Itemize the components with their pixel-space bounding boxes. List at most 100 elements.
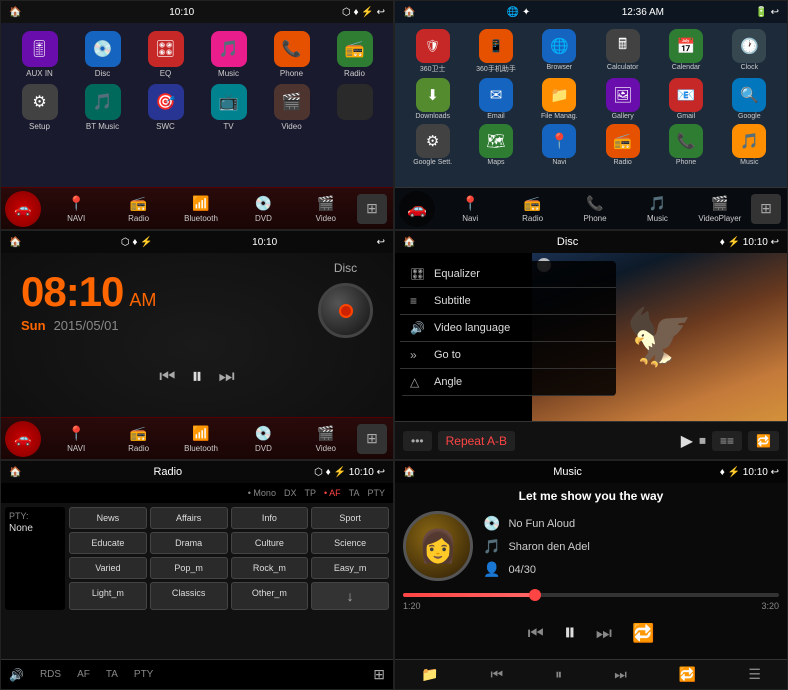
- app-setup[interactable]: ⚙Setup: [11, 84, 68, 131]
- app-swc[interactable]: 🎯SWC: [137, 84, 194, 131]
- pty-rockm[interactable]: Rock_m: [231, 557, 309, 579]
- menu-goto[interactable]: »Go to: [400, 342, 616, 369]
- car-button-p1[interactable]: 🚗: [5, 191, 41, 227]
- nav-dvd-p3[interactable]: 💿DVD: [232, 425, 294, 453]
- grid-button-p3[interactable]: ⊞: [357, 424, 387, 454]
- pty-educate[interactable]: Educate: [69, 532, 147, 554]
- list-bottom-button[interactable]: ☰: [748, 666, 761, 683]
- app-eq[interactable]: 🎛EQ: [137, 31, 194, 78]
- tp-indicator[interactable]: TP: [304, 488, 316, 498]
- pty-indicator[interactable]: PTY: [367, 488, 385, 498]
- app-btmusic[interactable]: 🎵BT Music: [74, 84, 131, 131]
- ta-label[interactable]: TA: [106, 669, 118, 680]
- pty-news[interactable]: News: [69, 507, 147, 529]
- app-downloads[interactable]: ⬇Downloads: [403, 78, 462, 120]
- pty-lightm[interactable]: Light_m: [69, 582, 147, 610]
- nav-bluetooth-p1[interactable]: 📶Bluetooth: [170, 195, 232, 223]
- folder-button[interactable]: 📁: [421, 666, 438, 683]
- menu-subtitle[interactable]: ≡Subtitle: [400, 288, 616, 315]
- play-button-p6[interactable]: ⏸: [564, 619, 576, 647]
- app-radio-p2[interactable]: 📻Radio: [593, 124, 652, 166]
- stop-button-p4[interactable]: ⏹: [699, 432, 706, 449]
- app-maps[interactable]: 🗺Maps: [466, 124, 525, 166]
- next-button-p6[interactable]: ⏭: [596, 623, 612, 644]
- nav-radio-p2[interactable]: 📻Radio: [501, 195, 563, 223]
- rds-label[interactable]: RDS: [40, 669, 61, 680]
- pty-easym[interactable]: Easy_m: [311, 557, 389, 579]
- app-music-p2[interactable]: 🎵Music: [720, 124, 779, 166]
- pty-science[interactable]: Science: [311, 532, 389, 554]
- prev-button-p6[interactable]: ⏮: [528, 623, 544, 644]
- app-phone-p2[interactable]: 📞Phone: [656, 124, 715, 166]
- af-label[interactable]: AF: [77, 669, 90, 680]
- grid-button-p2[interactable]: ⊞: [751, 194, 781, 224]
- more-button[interactable]: •••: [403, 431, 432, 451]
- pty-label-bottom[interactable]: PTY: [134, 669, 153, 680]
- car-button-p3[interactable]: 🚗: [5, 421, 41, 457]
- app-360zs[interactable]: 📱360手机助手: [466, 29, 525, 74]
- app-navi-p2[interactable]: 📍Navi: [530, 124, 589, 166]
- pty-drama[interactable]: Drama: [150, 532, 228, 554]
- app-video[interactable]: 🎬Video: [263, 84, 320, 131]
- app-phone[interactable]: 📞Phone: [263, 31, 320, 78]
- dx-indicator[interactable]: DX: [284, 488, 297, 498]
- next-bottom-button[interactable]: ⏭: [614, 666, 627, 683]
- back-icon-p3[interactable]: ↩: [377, 237, 385, 248]
- pty-info[interactable]: Info: [231, 507, 309, 529]
- pty-classics[interactable]: Classics: [150, 582, 228, 610]
- ta-indicator[interactable]: TA: [349, 488, 360, 498]
- nav-radio-p3[interactable]: 📻Radio: [107, 425, 169, 453]
- menu-equalizer[interactable]: 🎛Equalizer: [400, 261, 616, 288]
- menu-angle[interactable]: △Angle: [400, 369, 616, 396]
- pty-culture[interactable]: Culture: [231, 532, 309, 554]
- nav-video-p3[interactable]: 🎬Video: [295, 425, 357, 453]
- app-calendar[interactable]: 📅Calendar: [656, 29, 715, 74]
- repeat-bottom-button[interactable]: 🔁: [679, 666, 696, 683]
- app-googlesett[interactable]: ⚙Google Sett.: [403, 124, 462, 166]
- app-clock[interactable]: 🕐Clock: [720, 29, 779, 74]
- nav-radio-p1[interactable]: 📻Radio: [107, 195, 169, 223]
- app-filemanager[interactable]: 📁File Manag.: [530, 78, 589, 120]
- app-google[interactable]: 🔍Google: [720, 78, 779, 120]
- app-radio[interactable]: 📻Radio: [326, 31, 383, 78]
- nav-phone-p2[interactable]: 📞Phone: [564, 195, 626, 223]
- menu-list-button[interactable]: ≡≡: [712, 431, 742, 451]
- pty-down[interactable]: ↓: [311, 582, 389, 610]
- play-bottom-button[interactable]: ⏸: [555, 666, 562, 683]
- play-button-p3[interactable]: ⏸: [191, 363, 202, 389]
- prev-bottom-button[interactable]: ⏮: [491, 666, 504, 683]
- app-aux[interactable]: 🎚AUX IN: [11, 31, 68, 78]
- pty-affairs[interactable]: Affairs: [150, 507, 228, 529]
- grid-button-p5[interactable]: ⊞: [373, 666, 385, 683]
- mono-indicator[interactable]: • Mono: [248, 488, 276, 498]
- app-disc[interactable]: 💿Disc: [74, 31, 131, 78]
- nav-music-p2[interactable]: 🎵Music: [626, 195, 688, 223]
- pty-sport[interactable]: Sport: [311, 507, 389, 529]
- nav-dvd-p1[interactable]: 💿DVD: [232, 195, 294, 223]
- app-gmail[interactable]: 📧Gmail: [656, 78, 715, 120]
- pty-popm[interactable]: Pop_m: [150, 557, 228, 579]
- app-tv[interactable]: 📺TV: [200, 84, 257, 131]
- next-button-p3[interactable]: ⏭: [219, 366, 235, 387]
- menu-videolang[interactable]: 🔊Video language: [400, 315, 616, 342]
- car-button-p2[interactable]: 🚗: [399, 191, 435, 227]
- pty-otherm[interactable]: Other_m: [231, 582, 309, 610]
- nav-navi-p1[interactable]: 📍NAVI: [45, 195, 107, 223]
- af-indicator[interactable]: • AF: [324, 488, 341, 498]
- grid-button-p1[interactable]: ⊞: [357, 194, 387, 224]
- app-360ws[interactable]: 🛡360卫士: [403, 29, 462, 74]
- repeat-button-p6[interactable]: 🔁: [632, 623, 654, 644]
- nav-video-p1[interactable]: 🎬Video: [295, 195, 357, 223]
- nav-bluetooth-p3[interactable]: 📶Bluetooth: [170, 425, 232, 453]
- nav-videoplayer-p2[interactable]: 🎬VideoPlayer: [689, 195, 751, 223]
- home-icon-p1[interactable]: 🏠: [9, 7, 21, 18]
- app-browser[interactable]: 🌐Browser: [530, 29, 589, 74]
- progress-dot[interactable]: [529, 589, 541, 601]
- app-calculator[interactable]: 🖩Calculator: [593, 29, 652, 74]
- repeat-button-p4[interactable]: 🔁: [748, 431, 779, 451]
- app-gallery[interactable]: 🖼Gallery: [593, 78, 652, 120]
- play-button-p4[interactable]: ▶: [681, 431, 693, 451]
- app-music[interactable]: 🎵Music: [200, 31, 257, 78]
- nav-navi-p2[interactable]: 📍Navi: [439, 195, 501, 223]
- nav-navi-p3[interactable]: 📍NAVI: [45, 425, 107, 453]
